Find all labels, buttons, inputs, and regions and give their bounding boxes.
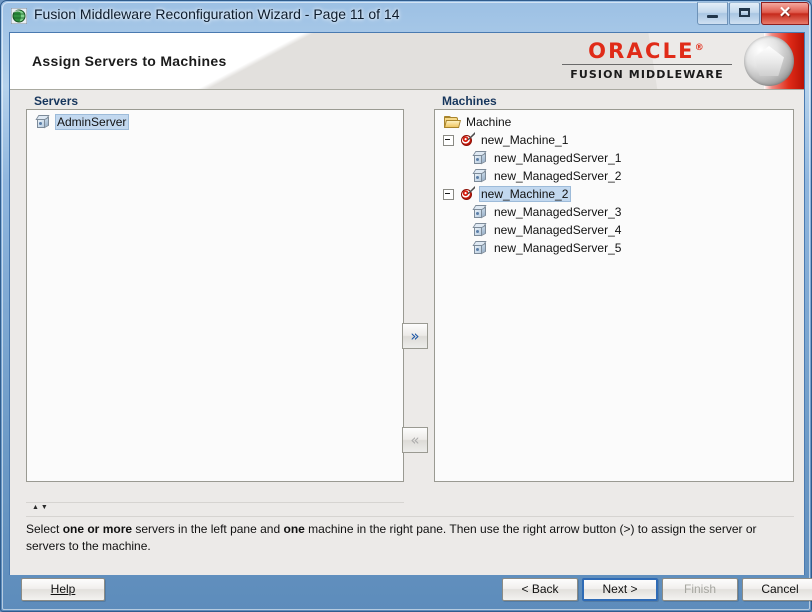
window-title: Fusion Middleware Reconfiguration Wizard… [34, 6, 400, 22]
tree-root-item[interactable]: Machine [435, 113, 793, 131]
back-button[interactable]: < Back [502, 578, 578, 601]
server-label: AdminServer [55, 114, 130, 130]
minimize-icon [707, 15, 718, 18]
assign-server-button[interactable]: » [402, 323, 428, 349]
oracle-logo: ORACLE® FUSION MIDDLEWARE [552, 33, 804, 89]
server-cube-icon [472, 223, 488, 237]
managed-server-label: new_ManagedServer_2 [494, 169, 622, 183]
cancel-button[interactable]: Cancel [742, 578, 812, 601]
managed-server-label: new_ManagedServer_4 [494, 223, 622, 237]
next-button-label: Next > [602, 582, 638, 596]
close-icon: ✕ [778, 4, 792, 21]
help-button[interactable]: Help [21, 578, 105, 601]
client-area: Assign Servers to Machines ORACLE® FUSIO… [9, 32, 805, 575]
next-button[interactable]: Next > [582, 578, 658, 601]
servers-list[interactable]: AdminServer [26, 109, 404, 482]
managed-server-label: new_ManagedServer_3 [494, 205, 622, 219]
machine-node[interactable]: new_Machine_1 [435, 131, 793, 149]
machines-pane-header: Machines [442, 94, 497, 108]
list-item[interactable]: new_ManagedServer_5 [435, 239, 793, 257]
page-banner: Assign Servers to Machines ORACLE® FUSIO… [10, 33, 804, 90]
oracle-wordmark: ORACLE® [562, 39, 732, 63]
finish-button: Finish [662, 578, 738, 601]
maximize-icon [739, 8, 750, 17]
collapse-toggle-icon[interactable] [443, 134, 454, 146]
machine-label: new_Machine_1 [481, 133, 569, 147]
machine-label: new_Machine_2 [479, 186, 572, 202]
minimize-button[interactable] [697, 2, 728, 25]
back-button-label: < Back [521, 582, 559, 596]
list-item[interactable]: AdminServer [27, 113, 403, 131]
managed-server-label: new_ManagedServer_1 [494, 151, 622, 165]
cancel-button-label: Cancel [761, 582, 799, 596]
wizard-button-bar: Help < Back Next > Finish Cancel [9, 575, 812, 607]
servers-tree: AdminServer [27, 110, 403, 131]
logo-sphere-icon [744, 36, 794, 86]
instruction-bold2: one [283, 522, 305, 536]
folder-icon [444, 115, 461, 129]
window-controls: ✕ [696, 2, 809, 25]
machine-target-icon [459, 186, 475, 201]
list-item[interactable]: new_ManagedServer_2 [435, 167, 793, 185]
machines-tree: Machine new_Machine_1 new_ManagedServer_… [435, 110, 793, 257]
machine-node[interactable]: new_Machine_2 [435, 185, 793, 203]
tree-root-label: Machine [466, 115, 512, 129]
machines-pane: Machines Machine new_Machine_1 new_Manag… [434, 92, 794, 482]
unassign-server-button[interactable]: « [402, 427, 428, 453]
page-title: Assign Servers to Machines [32, 53, 227, 69]
oracle-trademark: ® [694, 43, 706, 53]
double-chevron-right-icon: » [410, 326, 420, 345]
server-cube-icon [35, 115, 51, 129]
server-cube-icon [472, 241, 488, 255]
list-item[interactable]: new_ManagedServer_1 [435, 149, 793, 167]
main-content: Servers AdminServer ▲▼ » « Machines Mach… [10, 90, 804, 575]
double-chevron-left-icon: « [410, 430, 420, 449]
machine-target-icon [459, 132, 475, 147]
close-button[interactable]: ✕ [761, 2, 809, 25]
oracle-brand-text: ORACLE [588, 39, 695, 63]
finish-button-label: Finish [683, 582, 716, 596]
instruction-text: Select one or more servers in the left p… [26, 516, 794, 568]
servers-pane-header: Servers [34, 94, 79, 108]
machines-tree-box[interactable]: Machine new_Machine_1 new_ManagedServer_… [434, 109, 794, 482]
app-globe-icon [11, 8, 27, 24]
title-bar[interactable]: Fusion Middleware Reconfiguration Wizard… [1, 1, 812, 31]
application-window: Fusion Middleware Reconfiguration Wizard… [0, 0, 812, 612]
instruction-part1: Select [26, 522, 63, 536]
splitter-grip-icon: ▲▼ [32, 504, 50, 511]
list-item[interactable]: new_ManagedServer_4 [435, 221, 793, 239]
help-button-label: Help [50, 582, 76, 596]
instruction-part2: servers in the left pane and [132, 522, 284, 536]
instruction-bold1: one or more [62, 522, 133, 536]
list-item[interactable]: new_ManagedServer_3 [435, 203, 793, 221]
server-cube-icon [472, 205, 488, 219]
managed-server-label: new_ManagedServer_5 [494, 241, 622, 255]
collapse-toggle-icon[interactable] [443, 188, 454, 200]
pane-splitter[interactable]: ▲▼ [26, 502, 404, 513]
logo-divider [562, 64, 732, 65]
logo-pentagon-icon [754, 46, 784, 76]
oracle-product-text: FUSION MIDDLEWARE [570, 68, 724, 81]
servers-pane: Servers AdminServer [26, 92, 404, 482]
server-cube-icon [472, 169, 488, 183]
server-cube-icon [472, 151, 488, 165]
maximize-button[interactable] [729, 2, 760, 25]
